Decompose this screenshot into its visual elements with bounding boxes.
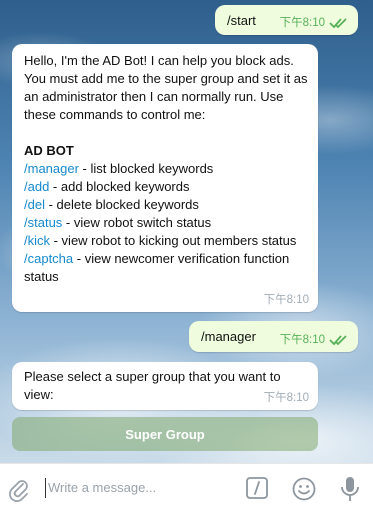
message-time: 下午8:10 — [263, 294, 309, 306]
message-text: /start — [227, 13, 256, 28]
command-link-manager[interactable]: /manager — [24, 161, 79, 176]
command-row-add: /add - add blocked keywords — [24, 178, 310, 196]
command-link-add[interactable]: /add — [24, 179, 49, 194]
message-incoming-bot-intro: Hello, I'm the AD Bot! I can help you bl… — [12, 44, 318, 312]
message-composer: Write a message... — [0, 463, 373, 516]
bot-heading: AD BOT — [24, 143, 74, 158]
super-group-button[interactable]: Super Group — [12, 417, 318, 451]
command-row-del: /del - delete blocked keywords — [24, 196, 310, 214]
text-cursor — [45, 478, 46, 498]
bot-command-icon[interactable] — [246, 477, 268, 499]
command-desc: - view robot to kicking out members stat… — [50, 233, 297, 248]
double-check-icon — [329, 18, 347, 29]
message-meta: 下午8:10 — [264, 389, 309, 407]
paperclip-icon[interactable] — [8, 477, 30, 503]
command-desc: - list blocked keywords — [78, 161, 214, 176]
command-link-del[interactable]: /del — [24, 197, 45, 212]
command-desc: - delete blocked keywords — [44, 197, 199, 212]
message-meta: 下午8:10 — [280, 331, 349, 349]
command-row-manager: /manager - list blocked keywords — [24, 160, 310, 178]
message-time: 下午8:10 — [279, 17, 325, 29]
command-link-kick[interactable]: /kick — [24, 233, 50, 248]
message-meta: 下午8:10 — [264, 291, 309, 309]
command-desc: - view robot switch status — [62, 215, 212, 230]
message-outgoing-start: /start 下午8:10 — [215, 5, 358, 35]
double-check-icon — [329, 335, 347, 346]
message-text: /manager — [201, 329, 256, 344]
message-outgoing-manager: /manager 下午8:10 — [189, 321, 358, 352]
command-desc: - add blocked keywords — [49, 179, 190, 194]
emoji-icon[interactable] — [292, 477, 316, 501]
command-link-captcha[interactable]: /captcha — [24, 251, 73, 266]
message-incoming-select-group: Please select a super group that you wan… — [12, 362, 318, 410]
command-row-kick: /kick - view robot to kicking out member… — [24, 232, 310, 250]
message-time: 下午8:10 — [263, 392, 309, 404]
message-meta: 下午8:10 — [280, 14, 349, 32]
command-row-status: /status - view robot switch status — [24, 214, 310, 232]
command-link-status[interactable]: /status — [24, 215, 62, 230]
message-input[interactable]: Write a message... — [48, 480, 156, 495]
microphone-icon[interactable] — [340, 476, 360, 502]
command-row-captcha: /captcha - view newcomer verification fu… — [24, 250, 310, 286]
message-time: 下午8:10 — [279, 334, 325, 346]
super-group-button-label: Super Group — [125, 426, 205, 442]
bot-intro-text: Hello, I'm the AD Bot! I can help you bl… — [24, 53, 312, 122]
